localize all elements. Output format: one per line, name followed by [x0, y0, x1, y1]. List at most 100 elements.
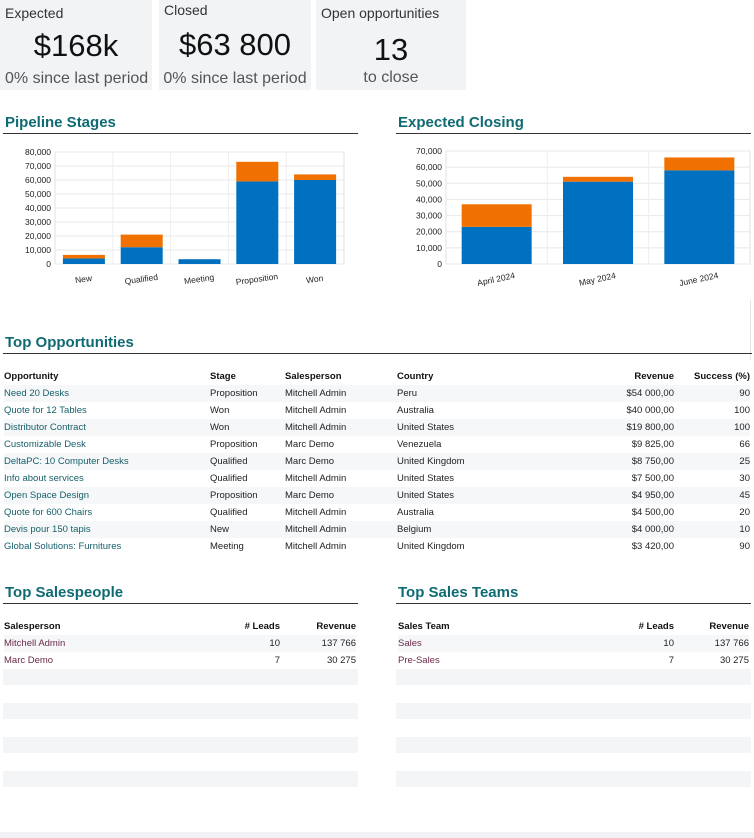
bar-segment[interactable]	[120, 247, 163, 264]
bar-segment[interactable]	[563, 176, 633, 182]
table-row[interactable]: Quote for 600 Chairs Qualified Mitchell Ad…	[4, 504, 750, 521]
table-row[interactable]: Mitchell Admin 10 137 766	[4, 635, 356, 652]
top-opportunities-title: Top Opportunities	[5, 334, 134, 351]
team-name[interactable]: Sales	[398, 635, 598, 652]
col-salesperson[interactable]: Salesperson	[285, 367, 397, 385]
y-tick-label: 30,000	[416, 211, 442, 221]
bar-segment[interactable]	[461, 204, 532, 227]
closing-title: Expected Closing	[398, 114, 524, 131]
opportunity-name[interactable]: Quote for 600 Chairs	[4, 504, 210, 521]
bar-segment[interactable]	[62, 254, 105, 259]
revenue-cell: $19 800,00	[547, 419, 674, 436]
table-row[interactable]: Info about services Qualified Mitchell Adm…	[4, 470, 750, 487]
col-team-revenue[interactable]: Revenue	[674, 617, 749, 635]
revenue-cell: 30 275	[719, 655, 749, 666]
table-row[interactable]: Customizable Desk Proposition Marc Demo Ven…	[4, 436, 750, 453]
bar-segment[interactable]	[664, 170, 735, 264]
success-cell: 30	[739, 473, 750, 484]
salesperson-cell: Mitchell Admin	[285, 521, 397, 538]
opportunity-name[interactable]: DeltaPC: 10 Computer Desks	[4, 453, 210, 470]
bar-segment[interactable]	[236, 161, 279, 182]
empty-row	[396, 737, 751, 753]
kpi-closed-value: $63 800	[178, 27, 292, 62]
bar-segment[interactable]	[62, 258, 105, 264]
col-salesperson-revenue[interactable]: Revenue	[280, 617, 356, 635]
col-stage[interactable]: Stage	[210, 367, 285, 385]
bar-segment[interactable]	[461, 226, 532, 264]
pipeline-chart[interactable]: 80,000 70,000 60,000 50,000 40,000 30,000 20,0…	[0, 140, 360, 320]
x-tick-label: April 2024	[476, 270, 516, 288]
kpi-open-value: 13	[373, 32, 409, 67]
col-revenue[interactable]: Revenue	[547, 367, 674, 385]
col-success[interactable]: Success (%)	[674, 367, 750, 385]
closing-chart[interactable]: 70,000 60,000 50,000 40,000 30,000 20,000 10,0…	[394, 140, 752, 320]
bar-segment[interactable]	[236, 181, 279, 264]
opportunity-name[interactable]: Global Solutions: Furnitures	[4, 538, 210, 555]
y-tick-label: 80,000	[25, 147, 51, 157]
kpi-open-label: Open opportunities	[321, 5, 440, 21]
success-cell: 25	[674, 453, 750, 470]
table-row[interactable]: DeltaPC: 10 Computer Desks Qualified Marc …	[4, 453, 750, 470]
y-tick-label: 0	[437, 259, 442, 269]
divider-line	[750, 300, 751, 360]
col-salesperson-leads[interactable]: # Leads	[204, 617, 280, 635]
table-row[interactable]: Quote for 12 Tables Won Mitchell Admin Aust…	[4, 402, 750, 419]
y-tick-label: 40,000	[416, 194, 442, 204]
salesperson-cell: Marc Demo	[285, 453, 397, 470]
stage-cell: Proposition	[210, 487, 285, 504]
opportunity-name[interactable]: Need 20 Desks	[4, 385, 210, 402]
leads-cell: 7	[668, 655, 674, 666]
col-salesperson-name[interactable]: Salesperson	[4, 617, 204, 635]
col-country[interactable]: Country	[397, 367, 547, 385]
kpi-expected[interactable]: Expected $168k 0% since last period	[0, 0, 152, 90]
opportunity-name[interactable]: Open Space Design	[4, 487, 210, 504]
team-name[interactable]: Pre-Sales	[398, 652, 598, 669]
opportunity-name[interactable]: Customizable Desk	[4, 436, 210, 453]
y-tick-label: 50,000	[416, 178, 442, 188]
opportunity-name[interactable]: Distributor Contract	[4, 419, 210, 436]
success-cell: 10	[674, 521, 750, 538]
salesperson-name[interactable]: Mitchell Admin	[4, 635, 204, 652]
opportunity-name[interactable]: Quote for 12 Tables	[4, 402, 210, 419]
bar-segment[interactable]	[120, 234, 163, 248]
salesperson-name[interactable]: Marc Demo	[4, 652, 204, 669]
table-row[interactable]: Global Solutions: Furnitures Meeting Mitch…	[4, 538, 750, 555]
bar-segment[interactable]	[563, 181, 633, 264]
col-opportunity[interactable]: Opportunity	[4, 367, 210, 385]
revenue-cell: $8 750,00	[547, 453, 674, 470]
top-teams-rule	[396, 603, 751, 604]
table-row[interactable]: Marc Demo 7 30 275	[4, 652, 356, 669]
revenue-cell: $7 500,00	[631, 473, 674, 484]
kpi-open[interactable]: Open opportunities 13 to close	[316, 0, 466, 90]
x-tick-label: Won	[305, 273, 324, 285]
col-team-name[interactable]: Sales Team	[398, 617, 598, 635]
success-cell: 100	[674, 419, 750, 436]
bottom-strip	[0, 832, 754, 838]
bar-segment[interactable]	[664, 157, 735, 171]
table-row[interactable]: Open Space Design Proposition Marc Demo Uni…	[4, 487, 750, 504]
table-row[interactable]: Devis pour 150 tapis New Mitchell Admin Bel…	[4, 521, 750, 538]
revenue-cell: $9 825,00	[631, 439, 674, 450]
table-row[interactable]: Distributor Contract Won Mitchell Admin Uni…	[4, 419, 750, 436]
bar-segment[interactable]	[294, 180, 337, 264]
table-row[interactable]: Need 20 Desks Proposition Mitchell Admin Pe…	[4, 385, 750, 402]
kpi-closed[interactable]: Closed $63 800 0% since last period	[159, 0, 311, 90]
empty-row	[396, 771, 751, 787]
y-tick-label: 40,000	[25, 203, 51, 213]
revenue-cell: $3 420,00	[631, 541, 674, 552]
revenue-cell: $4 000,00	[547, 521, 674, 538]
opportunity-name[interactable]: Devis pour 150 tapis	[4, 521, 210, 538]
table-row[interactable]: Pre-Sales 7 30 275	[398, 652, 749, 669]
table-row[interactable]: Sales 10 137 766	[398, 635, 749, 652]
kpi-expected-sub: 0% since last period	[5, 70, 149, 87]
stage-cell: Qualified	[210, 507, 248, 518]
bar-segment[interactable]	[294, 174, 337, 180]
pipeline-rule	[3, 133, 358, 134]
opportunity-name[interactable]: Info about services	[4, 470, 210, 487]
y-tick-label: 70,000	[416, 146, 442, 156]
col-team-leads[interactable]: # Leads	[598, 617, 674, 635]
salesperson-cell: Mitchell Admin	[285, 385, 397, 402]
country-cell: United States	[397, 473, 455, 484]
bar-segment[interactable]	[178, 259, 221, 264]
country-cell: Venezuela	[397, 439, 442, 450]
